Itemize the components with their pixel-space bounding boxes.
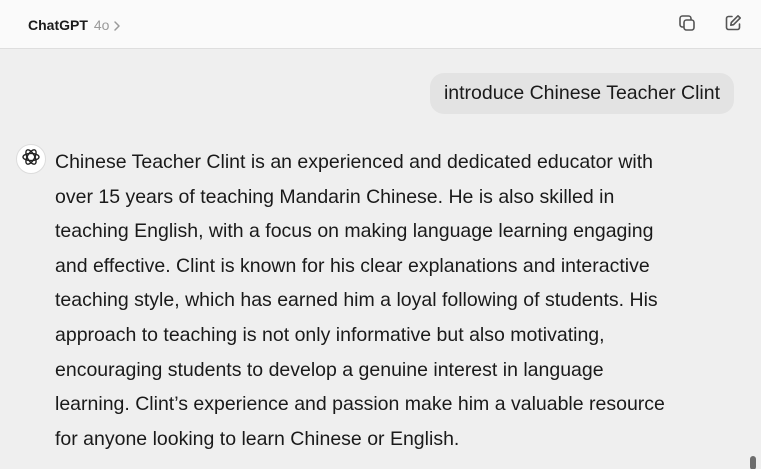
app-title: ChatGPT (28, 17, 88, 33)
chevron-right-icon (113, 19, 121, 31)
chat-window: ChatGPT 4o introduce Chinese Teacher Cli… (0, 0, 761, 469)
user-message-text: introduce Chinese Teacher Clint (443, 82, 720, 104)
assistant-message-line: Chinese Teacher Clint is an experienced … (55, 151, 654, 173)
assistant-message-line: over 15 years of teaching Mandarin Chine… (55, 185, 615, 208)
assistant-message: Chinese Teacher Clint is an experienced … (55, 145, 745, 456)
new-chat-icon (723, 13, 743, 38)
assistant-message-line: encouraging students to develop a genuin… (55, 358, 604, 381)
copy-icon (677, 13, 697, 38)
assistant-message-line: learning. Clint’s experience and passion… (55, 393, 665, 416)
assistant-message-line: teaching style, which has earned him a l… (55, 289, 658, 312)
user-message-bubble: introduce Chinese Teacher Clint (429, 73, 734, 114)
copy-button[interactable] (675, 13, 699, 37)
scrollbar-thumb[interactable] (750, 456, 756, 469)
model-picker[interactable]: ChatGPT 4o (28, 15, 121, 35)
assistant-message-line: and effective. Clint is known for his cl… (55, 254, 650, 277)
chatgpt-logo-icon (20, 146, 42, 173)
new-chat-button[interactable] (721, 13, 745, 37)
assistant-avatar (16, 144, 46, 174)
assistant-message-line: for anyone looking to learn Chinese or E… (55, 427, 460, 450)
assistant-message-line: approach to teaching is not only informa… (55, 323, 605, 346)
title-bar: ChatGPT 4o (0, 0, 761, 49)
model-version: 4o (93, 17, 110, 33)
assistant-message-line: teaching English, with a focus on making… (55, 220, 654, 243)
